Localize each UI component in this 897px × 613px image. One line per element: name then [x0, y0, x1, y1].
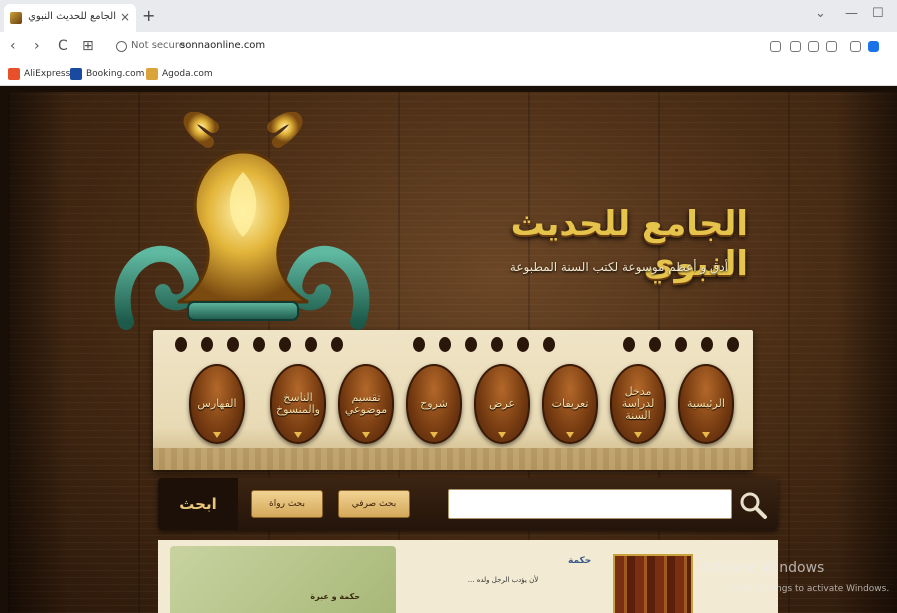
menu-label: الناسخ والمنسوخ [276, 391, 320, 416]
right-vignette [837, 92, 897, 613]
activate-windows-subtitle: Go to Settings to activate Windows. [728, 584, 890, 594]
chevron-down-icon [430, 432, 438, 438]
chevron-down-icon [702, 432, 710, 438]
chevron-down-icon [498, 432, 506, 438]
menu-label: الرئيسية [687, 397, 725, 410]
browser-tab[interactable]: الجامع للحديث النبوي × [4, 4, 136, 32]
menu-definitions-button[interactable]: تعريفات [542, 364, 598, 444]
activate-windows-title: Activate Windows [700, 560, 825, 576]
menu-home-button[interactable]: الرئيسية [678, 364, 734, 444]
menu-label: مدخل لدراسة السنة [621, 385, 655, 422]
chevron-down-icon [213, 432, 221, 438]
chevron-down-icon [294, 432, 302, 438]
content-area: حكمة و عبرة حكمة لأن يؤدب الرجل ولده ... [158, 540, 778, 613]
back-button[interactable]: ‹ [10, 39, 16, 53]
search-input[interactable] [448, 489, 732, 519]
site-favicon-icon [10, 12, 22, 24]
chevron-down-icon [634, 432, 642, 438]
wisdom-title: حكمة [568, 556, 592, 566]
reload-button[interactable]: C [58, 39, 68, 53]
bookmark-label: AliExpress [24, 69, 71, 79]
shield-icon[interactable] [826, 41, 837, 52]
chevron-down-icon [362, 432, 370, 438]
featured-panel: حكمة و عبرة [170, 546, 396, 613]
menu-label: تعريفات [551, 397, 589, 410]
scroll-hole [517, 337, 529, 352]
new-tab-button[interactable]: + [142, 8, 155, 24]
security-label[interactable]: Not secure [131, 40, 185, 51]
bookmarks-bar: AliExpress Booking.com Agoda.com [0, 62, 897, 86]
download-icon[interactable] [850, 41, 861, 52]
extension-icon[interactable] [790, 41, 801, 52]
menu-label: عرض [489, 397, 515, 410]
books-image [613, 554, 693, 613]
scroll-ornament-band [153, 448, 753, 470]
toggle-icon[interactable] [868, 41, 879, 52]
scroll-hole [543, 337, 555, 352]
booking-icon [70, 68, 82, 80]
scroll-hole [649, 337, 661, 352]
bookmark-booking[interactable]: Booking.com [70, 67, 144, 81]
search-icon[interactable] [738, 490, 768, 520]
address-bar: ‹ › C ⊞ Not secure sonnaonline.com [0, 32, 897, 62]
screenshot-icon[interactable] [770, 41, 781, 52]
agoda-icon [146, 68, 158, 80]
scroll-hole [201, 337, 213, 352]
scroll-hole [253, 337, 265, 352]
minimize-button[interactable]: — [845, 6, 858, 21]
scroll-hole [439, 337, 451, 352]
url-field[interactable]: sonnaonline.com [180, 40, 265, 51]
scroll-hole [413, 337, 425, 352]
tab-search-icon[interactable]: ⌄ [815, 6, 826, 21]
close-tab-icon[interactable]: × [120, 10, 130, 24]
site-subtitle: أدق و أعظم موسوعة لكتب السنة المطبوعة [509, 260, 728, 274]
maximize-button[interactable]: ☐ [872, 6, 884, 21]
page-viewport: الجامع للحديث النبوي أدق و أعظم موسوعة ل… [8, 92, 897, 613]
menu-label: الفهارس [197, 397, 237, 410]
scroll-hole [227, 337, 239, 352]
menu-indexes-button[interactable]: الفهارس [189, 364, 245, 444]
search-heading: ابحث [158, 478, 238, 530]
forward-button[interactable]: › [34, 39, 40, 53]
menu-label: تقسيم موضوعي [344, 391, 388, 416]
menu-label: شروح [420, 397, 448, 410]
scroll-hole [331, 337, 343, 352]
menu-abrogation-button[interactable]: الناسخ والمنسوخ [270, 364, 326, 444]
tab-title: الجامع للحديث النبوي [28, 11, 116, 22]
morphological-search-button[interactable]: بحث صرفي [338, 490, 410, 518]
scroll-hole [305, 337, 317, 352]
bookmark-agoda[interactable]: Agoda.com [146, 67, 213, 81]
scroll-hole [175, 337, 187, 352]
menu-thematic-button[interactable]: تقسيم موضوعي [338, 364, 394, 444]
scroll-hole [727, 337, 739, 352]
menu-commentaries-button[interactable]: شروح [406, 364, 462, 444]
scroll-hole [491, 337, 503, 352]
scroll-hole [465, 337, 477, 352]
narrator-search-button[interactable]: بحث رواة [251, 490, 323, 518]
security-icon[interactable] [116, 41, 127, 52]
bookmark-label: Booking.com [86, 69, 145, 79]
wisdom-text: لأن يؤدب الرجل ولده ... [467, 576, 539, 584]
scroll-hole [279, 337, 291, 352]
featured-caption: حكمة و عبرة [310, 592, 360, 601]
scroll-hole [701, 337, 713, 352]
main-menu-scroll: الرئيسية مدخل لدراسة السنة تعريفات عرض ش… [153, 330, 753, 470]
search-bar: ابحث بحث رواة بحث صرفي [158, 478, 778, 530]
left-vignette [8, 92, 68, 613]
scroll-hole [675, 337, 687, 352]
browser-tab-bar: الجامع للحديث النبوي × + ⌄ — ☐ [0, 0, 897, 32]
bookmark-label: Agoda.com [162, 69, 213, 79]
apps-icon[interactable]: ⊞ [82, 39, 94, 53]
menu-display-button[interactable]: عرض [474, 364, 530, 444]
play-icon[interactable] [808, 41, 819, 52]
chevron-down-icon [566, 432, 574, 438]
aliexpress-icon [8, 68, 20, 80]
bookmark-aliexpress[interactable]: AliExpress [8, 67, 70, 81]
scroll-hole [623, 337, 635, 352]
menu-intro-button[interactable]: مدخل لدراسة السنة [610, 364, 666, 444]
